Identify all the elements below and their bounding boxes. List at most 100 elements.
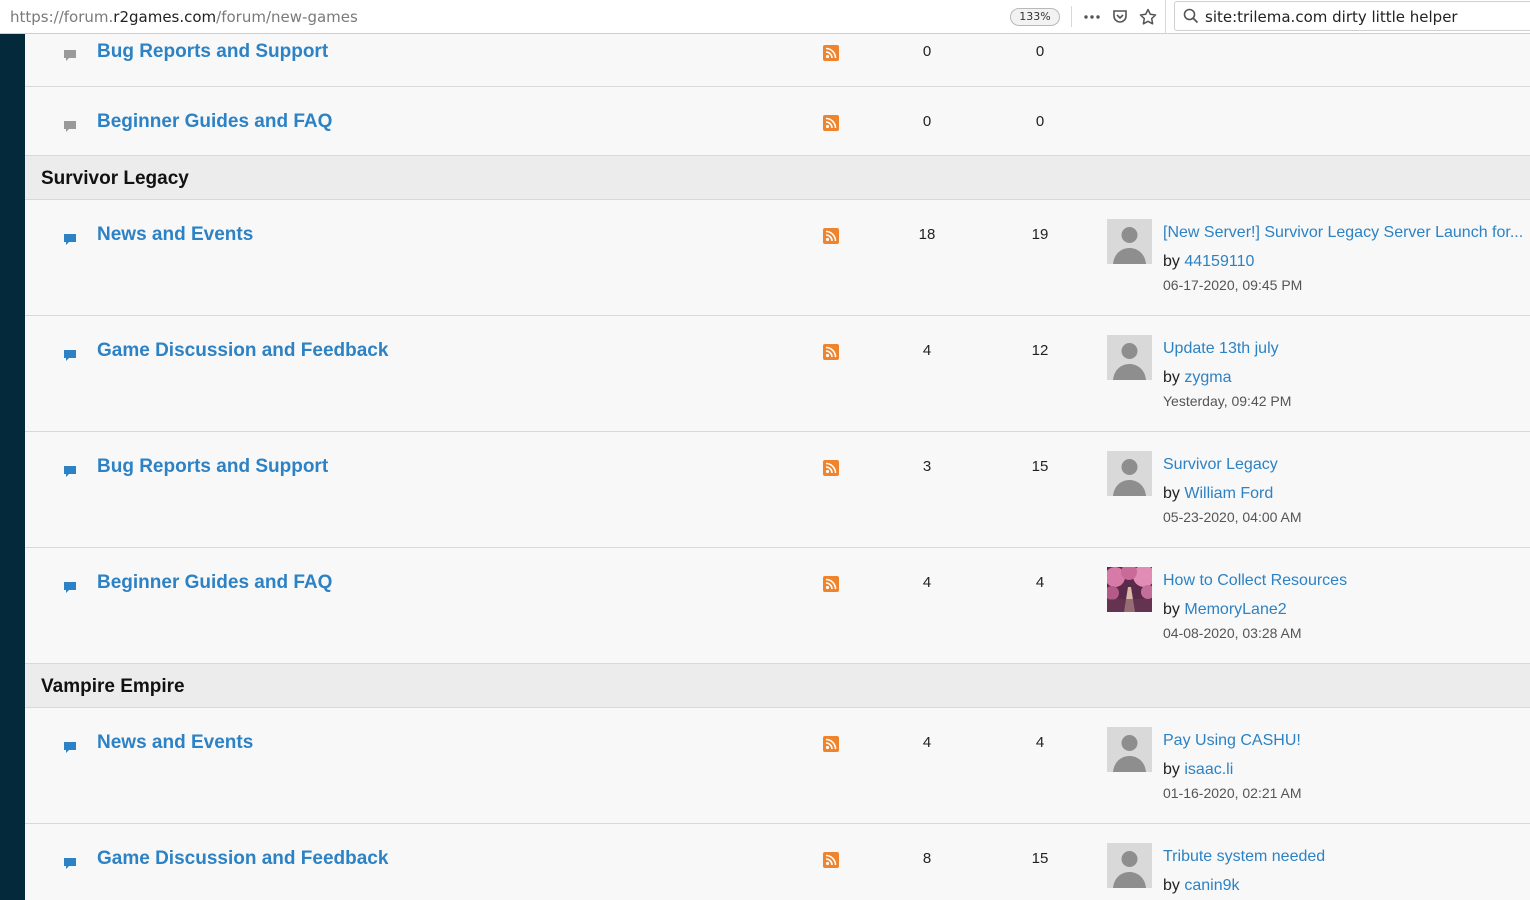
username-link[interactable]: William Ford: [1184, 485, 1273, 502]
url-path: /forum/new-games: [216, 8, 358, 26]
username-link[interactable]: MemoryLane2: [1184, 601, 1286, 618]
forum-read-icon: [63, 120, 77, 139]
magnifier-icon: [1180, 5, 1202, 27]
forum-title-link[interactable]: Game Discussion and Feedback: [97, 848, 388, 870]
forum-title-link[interactable]: News and Events: [97, 732, 253, 754]
post-count: 15: [1031, 850, 1049, 867]
forum-row: Bug Reports and Support 3 15 Survivor Le…: [25, 432, 1530, 548]
forum-title-link[interactable]: News and Events: [97, 224, 253, 246]
by-label: by: [1163, 761, 1180, 778]
thread-count: 0: [922, 113, 932, 130]
left-sidebar-strip: [0, 34, 25, 900]
last-post-author: by canin9k: [1163, 877, 1240, 895]
thread-count: 4: [922, 574, 932, 591]
last-post-date: 01-16-2020, 02:21 AM: [1163, 785, 1302, 801]
forum-title-link[interactable]: Game Discussion and Feedback: [97, 340, 388, 362]
zoom-indicator[interactable]: 133%: [1010, 8, 1060, 26]
post-count: 4: [1035, 574, 1045, 591]
category-title[interactable]: Vampire Empire: [41, 676, 185, 698]
pocket-icon[interactable]: [1109, 6, 1131, 28]
forum-row: Bug Reports and Support 0 0: [25, 34, 1530, 87]
post-count: 15: [1031, 458, 1049, 475]
rss-icon[interactable]: [823, 228, 839, 244]
ellipsis-icon[interactable]: [1081, 6, 1103, 28]
post-count: 0: [1035, 113, 1045, 130]
thread-count: 18: [918, 226, 936, 243]
category-header: Survivor Legacy: [25, 156, 1530, 200]
forum-new-posts-icon: [63, 465, 77, 484]
avatar[interactable]: [1107, 219, 1152, 264]
forum-read-icon: [63, 49, 77, 68]
category-header: Vampire Empire: [25, 664, 1530, 708]
thread-count: 3: [922, 458, 932, 475]
last-post-author: by MemoryLane2: [1163, 601, 1287, 619]
post-count: 12: [1031, 342, 1049, 359]
forum-title-link[interactable]: Beginner Guides and FAQ: [97, 111, 332, 133]
last-post-date: 06-17-2020, 09:45 PM: [1163, 277, 1303, 293]
last-post-date: Yesterday, 09:42 PM: [1163, 393, 1292, 409]
last-post-title-link[interactable]: Update 13th july: [1163, 340, 1279, 358]
rss-icon[interactable]: [823, 115, 839, 131]
rss-icon[interactable]: [823, 460, 839, 476]
last-post-title-link[interactable]: How to Collect Resources: [1163, 572, 1347, 590]
thread-count: 0: [922, 43, 932, 60]
forum-new-posts-icon: [63, 349, 77, 368]
search-query[interactable]: site:trilema.com dirty little helper: [1205, 8, 1458, 26]
star-icon[interactable]: [1137, 6, 1159, 28]
last-post-date: 05-23-2020, 04:00 AM: [1163, 509, 1302, 525]
rss-icon[interactable]: [823, 576, 839, 592]
category-title[interactable]: Survivor Legacy: [41, 168, 189, 190]
forum-new-posts-icon: [63, 857, 77, 876]
avatar-photo[interactable]: [1105, 564, 1155, 612]
last-post-title-link[interactable]: Survivor Legacy: [1163, 456, 1278, 474]
post-count: 4: [1035, 734, 1045, 751]
username-link[interactable]: 44159110: [1184, 253, 1254, 270]
browser-toolbar: https://forum.r2games.com/forum/new-game…: [0, 0, 1530, 34]
forum-row: News and Events 4 4 Pay Using CASHU! by …: [25, 708, 1530, 824]
by-label: by: [1163, 601, 1180, 618]
address-bar[interactable]: https://forum.r2games.com/forum/new-game…: [0, 0, 1166, 33]
forum-new-posts-icon: [63, 581, 77, 600]
last-post-author: by isaac.li: [1163, 761, 1233, 779]
username-link[interactable]: zygma: [1184, 369, 1231, 386]
url-text[interactable]: https://forum.r2games.com/forum/new-game…: [10, 8, 358, 26]
by-label: by: [1163, 877, 1180, 894]
last-post-author: by William Ford: [1163, 485, 1273, 503]
forum-row: Beginner Guides and FAQ 4 4 How to Colle…: [25, 548, 1530, 664]
forum-title-link[interactable]: Bug Reports and Support: [97, 456, 328, 478]
rss-icon[interactable]: [823, 45, 839, 61]
last-post-date: 04-08-2020, 03:28 AM: [1163, 625, 1302, 641]
username-link[interactable]: isaac.li: [1184, 761, 1233, 778]
thread-count: 8: [922, 850, 932, 867]
username-link[interactable]: canin9k: [1184, 877, 1239, 894]
search-input[interactable]: site:trilema.com dirty little helper: [1174, 1, 1530, 31]
forum-title-link[interactable]: Beginner Guides and FAQ: [97, 572, 332, 594]
avatar[interactable]: [1107, 451, 1152, 496]
rss-icon[interactable]: [823, 852, 839, 868]
last-post-title-link[interactable]: [New Server!] Survivor Legacy Server Lau…: [1163, 224, 1523, 242]
by-label: by: [1163, 253, 1180, 270]
thread-count: 4: [922, 342, 932, 359]
forum-row: Beginner Guides and FAQ 0 0: [25, 87, 1530, 156]
forum-new-posts-icon: [63, 233, 77, 252]
forum-row: News and Events 18 19 [New Server!] Surv…: [25, 200, 1530, 316]
url-host: r2games.com: [113, 8, 217, 26]
by-label: by: [1163, 369, 1180, 386]
by-label: by: [1163, 485, 1180, 502]
avatar[interactable]: [1107, 727, 1152, 772]
post-count: 19: [1031, 226, 1049, 243]
forum-title-link[interactable]: Bug Reports and Support: [97, 41, 328, 63]
forum-new-posts-icon: [63, 741, 77, 760]
forum-list: Bug Reports and Support 0 0 Beginner Gui…: [25, 34, 1530, 900]
last-post-title-link[interactable]: Tribute system needed: [1163, 848, 1325, 866]
post-count: 0: [1035, 43, 1045, 60]
rss-icon[interactable]: [823, 736, 839, 752]
url-prefix: https://forum.: [10, 8, 114, 26]
avatar[interactable]: [1107, 843, 1152, 888]
rss-icon[interactable]: [823, 344, 839, 360]
forum-row: Game Discussion and Feedback 4 12 Update…: [25, 316, 1530, 432]
last-post-title-link[interactable]: Pay Using CASHU!: [1163, 732, 1301, 750]
avatar[interactable]: [1107, 335, 1152, 380]
forum-row: Game Discussion and Feedback 8 15 Tribut…: [25, 824, 1530, 900]
url-separator: [1071, 6, 1072, 27]
